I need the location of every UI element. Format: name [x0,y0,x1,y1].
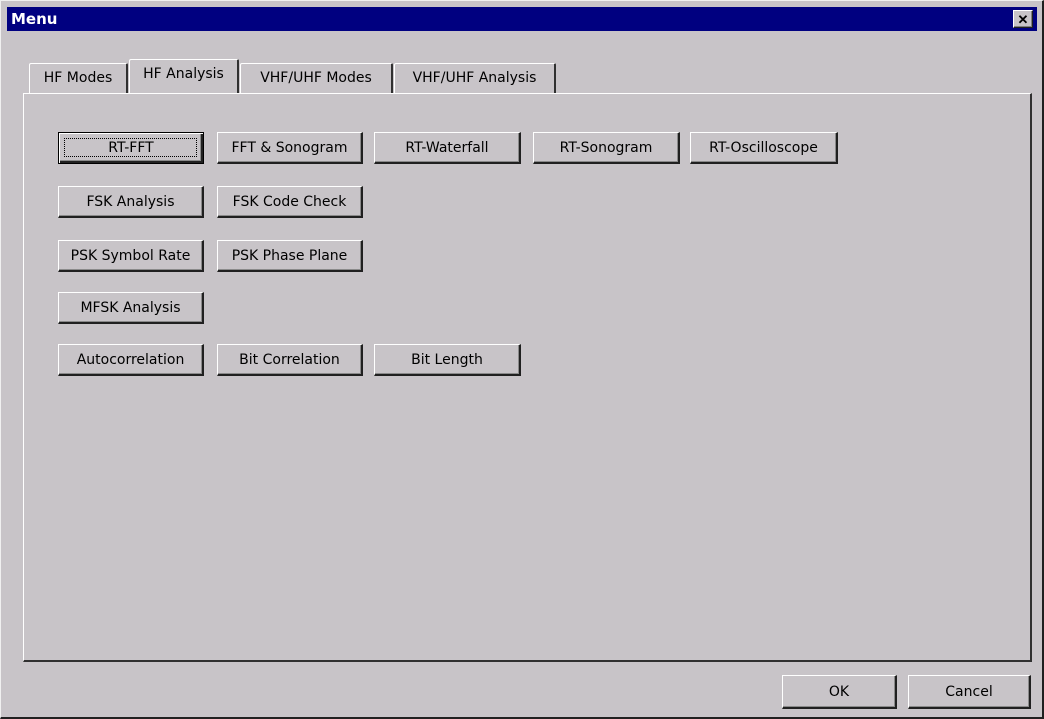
button-label: Cancel [945,683,993,700]
button-label: RT-Sonogram [559,139,653,156]
rt-fft-button[interactable]: RT-FFT [58,132,204,164]
close-button[interactable]: ✕ [1013,10,1033,28]
tab-vhf-uhf-modes[interactable]: VHF/UHF Modes [240,63,393,93]
cancel-button[interactable]: Cancel [908,675,1031,709]
fsk-code-check-button[interactable]: FSK Code Check [217,186,363,218]
rt-oscilloscope-button[interactable]: RT-Oscilloscope [690,132,838,164]
tab-vhf-uhf-analysis[interactable]: VHF/UHF Analysis [394,63,556,93]
button-label: PSK Symbol Rate [70,247,191,264]
rt-sonogram-button[interactable]: RT-Sonogram [533,132,680,164]
tab-label: VHF/UHF Analysis [412,70,537,86]
rt-waterfall-button[interactable]: RT-Waterfall [374,132,521,164]
button-label: OK [828,683,850,700]
button-label: RT-FFT [108,140,154,156]
autocorrelation-button[interactable]: Autocorrelation [58,344,204,376]
psk-phase-plane-button[interactable]: PSK Phase Plane [217,240,363,272]
bit-length-button[interactable]: Bit Length [374,344,521,376]
menu-dialog: Menu ✕ HF Modes HF Analysis VHF/UHF Mode… [0,0,1044,719]
hf-analysis-panel: RT-FFT FFT & Sonogram RT-Waterfall RT-So… [23,93,1032,662]
bit-correlation-button[interactable]: Bit Correlation [217,344,363,376]
mfsk-analysis-button[interactable]: MFSK Analysis [58,292,204,324]
fsk-analysis-button[interactable]: FSK Analysis [58,186,204,218]
title-bar[interactable]: Menu ✕ [7,7,1037,31]
button-label: RT-Oscilloscope [709,139,818,156]
close-icon: ✕ [1017,11,1029,27]
button-label: FSK Analysis [86,193,175,210]
fft-sonogram-button[interactable]: FFT & Sonogram [217,132,363,164]
button-label: MFSK Analysis [80,299,181,316]
window-title: Menu [11,10,58,28]
button-label: FSK Code Check [232,193,347,210]
tab-hf-modes[interactable]: HF Modes [29,63,128,93]
tab-label: HF Modes [43,70,113,86]
tab-hf-analysis[interactable]: HF Analysis [129,59,239,93]
button-label: Bit Correlation [239,351,340,368]
button-label: Autocorrelation [76,351,185,368]
button-label: FFT & Sonogram [231,139,348,156]
button-label: Bit Length [411,351,483,368]
button-label: PSK Phase Plane [231,247,348,264]
tab-label: HF Analysis [143,66,224,82]
button-label: RT-Waterfall [405,139,489,156]
psk-symbol-rate-button[interactable]: PSK Symbol Rate [58,240,204,272]
tab-label: VHF/UHF Modes [260,70,372,86]
ok-button[interactable]: OK [782,675,897,709]
